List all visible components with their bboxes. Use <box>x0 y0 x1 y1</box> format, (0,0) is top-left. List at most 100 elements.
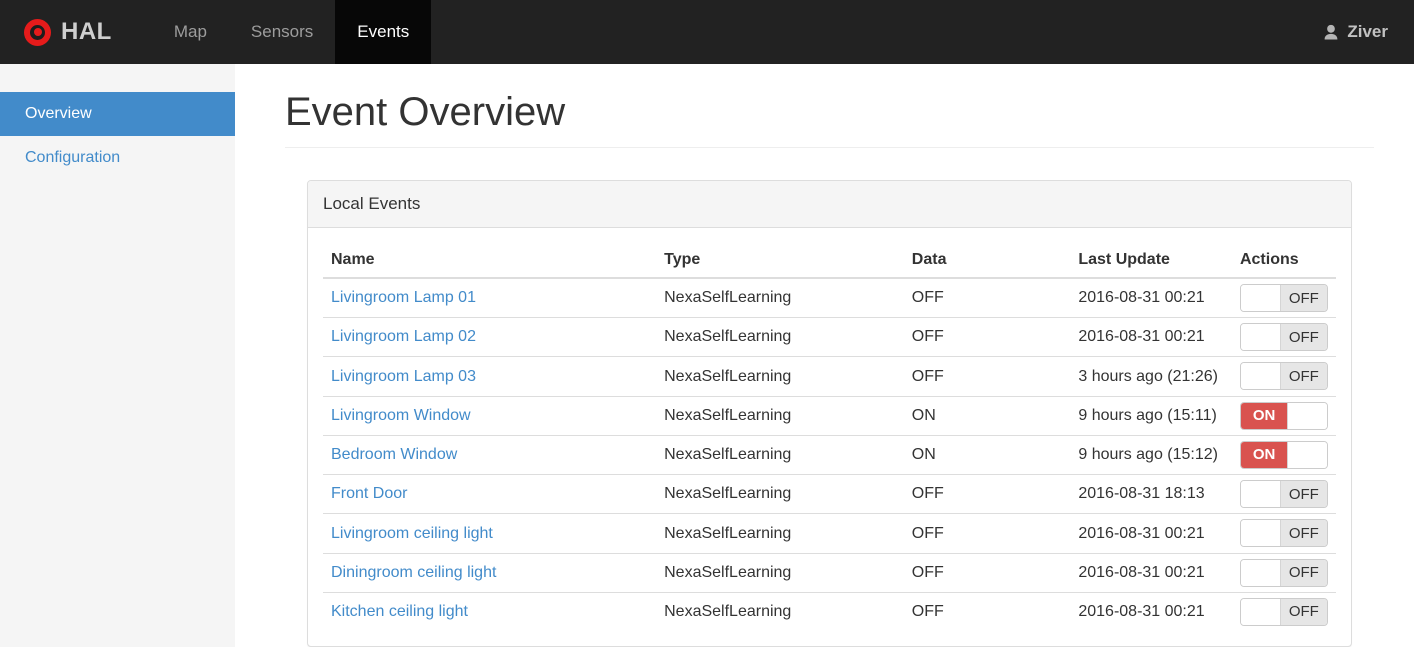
switch-handle <box>1241 324 1280 351</box>
switch-handle <box>1241 598 1280 625</box>
device-data: OFF <box>903 277 1071 318</box>
table-row: Kitchen ceiling light NexaSelfLearning OFF… <box>323 591 1336 632</box>
switch-handle <box>1241 481 1280 508</box>
table-row: Bedroom Window NexaSelfLearning ON 9 hours … <box>323 434 1336 475</box>
toggle-switch[interactable]: OFF <box>1240 480 1328 509</box>
switch-on-label: ON <box>1241 441 1289 468</box>
main-nav: Map Sensors Events <box>152 0 432 64</box>
header-type: Type <box>656 243 904 279</box>
device-link[interactable]: Livingroom Lamp 03 <box>331 368 476 385</box>
actions-cell: OFF <box>1231 474 1336 514</box>
last-update: 2016-08-31 00:21 <box>1070 277 1232 318</box>
main-content: Event Overview Local Events Name Type Da… <box>235 90 1414 647</box>
table-row: Livingroom ceiling light NexaSelfLearning… <box>323 513 1336 554</box>
switch-handle <box>1241 363 1280 390</box>
device-link[interactable]: Livingroom Lamp 02 <box>331 328 476 345</box>
user-menu[interactable]: Ziver <box>1322 0 1414 64</box>
actions-cell: OFF <box>1231 552 1336 593</box>
actions-cell: OFF <box>1231 513 1336 554</box>
device-link[interactable]: Diningroom ceiling light <box>331 564 496 581</box>
table-row: Diningroom ceiling light NexaSelfLearning… <box>323 552 1336 593</box>
switch-off-label: OFF <box>1279 285 1327 311</box>
actions-cell: OFF <box>1231 356 1336 397</box>
actions-cell: ON <box>1231 434 1336 475</box>
panel-title: Local Events <box>308 181 1351 228</box>
top-navbar: HAL Map Sensors Events Ziver <box>0 0 1414 64</box>
device-type: NexaSelfLearning <box>656 474 904 514</box>
sidebar-item-overview[interactable]: Overview <box>0 92 235 136</box>
switch-off-label: OFF <box>1279 363 1327 390</box>
target-icon <box>24 18 51 46</box>
last-update: 2016-08-31 00:21 <box>1070 513 1232 554</box>
device-link[interactable]: Bedroom Window <box>331 446 457 463</box>
device-data: OFF <box>903 552 1071 593</box>
header-data: Data <box>903 243 1071 279</box>
page-title: Event Overview <box>285 90 1374 148</box>
table-row: Front Door NexaSelfLearning OFF 2016-08-31 … <box>323 474 1336 514</box>
header-last-update: Last Update <box>1070 243 1232 279</box>
actions-cell: OFF <box>1231 591 1336 632</box>
toggle-switch[interactable]: ON <box>1240 440 1328 469</box>
switch-off-label: OFF <box>1279 481 1327 508</box>
toggle-switch[interactable]: ON <box>1240 401 1328 430</box>
switch-off-label: OFF <box>1279 324 1327 351</box>
device-type: NexaSelfLearning <box>656 591 904 632</box>
device-type: NexaSelfLearning <box>656 434 904 475</box>
device-link[interactable]: Livingroom ceiling light <box>331 525 493 542</box>
table-row: Livingroom Lamp 03 NexaSelfLearning OFF 3 h… <box>323 356 1336 397</box>
switch-handle <box>1288 402 1327 429</box>
nav-item-sensors[interactable]: Sensors <box>229 0 335 64</box>
actions-cell: ON <box>1231 395 1336 436</box>
device-type: NexaSelfLearning <box>656 356 904 397</box>
header-name: Name <box>323 243 657 279</box>
device-link[interactable]: Livingroom Lamp 01 <box>331 289 476 306</box>
device-data: OFF <box>903 591 1071 632</box>
last-update: 2016-08-31 18:13 <box>1070 474 1232 514</box>
device-link[interactable]: Front Door <box>331 485 407 502</box>
events-table: Name Type Data Last Update Actions Livin… <box>323 243 1336 632</box>
table-row: Livingroom Lamp 02 NexaSelfLearning OFF 201… <box>323 317 1336 357</box>
toggle-switch[interactable]: OFF <box>1240 558 1328 587</box>
sidebar-item-configuration[interactable]: Configuration <box>0 136 235 180</box>
switch-handle <box>1241 520 1280 547</box>
device-type: NexaSelfLearning <box>656 513 904 554</box>
brand-logo[interactable]: HAL <box>0 0 138 64</box>
switch-handle <box>1241 559 1280 586</box>
user-name: Ziver <box>1347 22 1388 41</box>
toggle-switch[interactable]: OFF <box>1240 362 1328 391</box>
device-link[interactable]: Livingroom Window <box>331 407 471 424</box>
last-update: 3 hours ago (21:26) <box>1070 356 1232 397</box>
last-update: 2016-08-31 00:21 <box>1070 591 1232 632</box>
toggle-switch[interactable]: OFF <box>1240 519 1328 548</box>
device-data: OFF <box>903 474 1071 514</box>
device-data: ON <box>903 395 1071 436</box>
brand-title: HAL <box>61 18 112 45</box>
device-data: ON <box>903 434 1071 475</box>
user-icon <box>1322 23 1340 41</box>
device-data: OFF <box>903 513 1071 554</box>
device-data: OFF <box>903 356 1071 397</box>
switch-off-label: OFF <box>1279 598 1327 625</box>
toggle-switch[interactable]: OFF <box>1240 597 1328 626</box>
device-type: NexaSelfLearning <box>656 395 904 436</box>
sidebar: Overview Configuration <box>0 64 235 647</box>
device-link[interactable]: Kitchen ceiling light <box>331 603 468 620</box>
last-update: 2016-08-31 00:21 <box>1070 317 1232 357</box>
toggle-switch[interactable]: OFF <box>1240 284 1328 312</box>
switch-handle <box>1241 285 1280 311</box>
device-type: NexaSelfLearning <box>656 552 904 593</box>
device-type: NexaSelfLearning <box>656 317 904 357</box>
nav-item-events[interactable]: Events <box>335 0 432 64</box>
last-update: 2016-08-31 00:21 <box>1070 552 1232 593</box>
device-data: OFF <box>903 317 1071 357</box>
device-type: NexaSelfLearning <box>656 277 904 318</box>
table-row: Livingroom Lamp 01 NexaSelfLearning OFF 201… <box>323 277 1336 318</box>
last-update: 9 hours ago (15:11) <box>1070 395 1232 436</box>
switch-off-label: OFF <box>1279 559 1327 586</box>
toggle-switch[interactable]: OFF <box>1240 323 1328 352</box>
header-actions: Actions <box>1231 243 1336 279</box>
nav-item-map[interactable]: Map <box>152 0 229 64</box>
switch-handle <box>1288 441 1327 468</box>
actions-cell: OFF <box>1231 277 1336 318</box>
table-row: Livingroom Window NexaSelfLearning ON 9 hou… <box>323 395 1336 436</box>
